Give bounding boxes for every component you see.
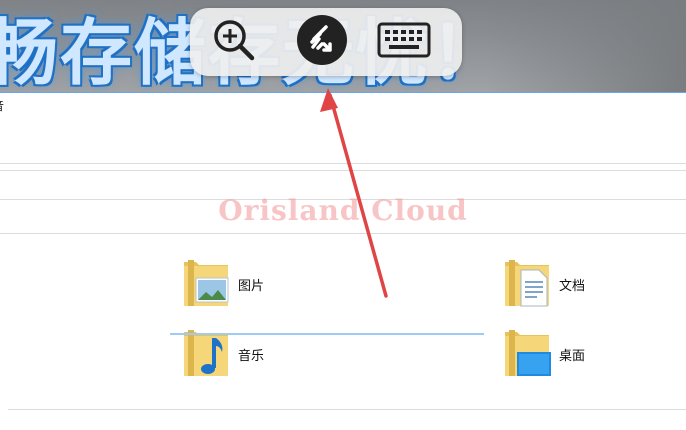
divider [0,163,686,164]
folder-label: 图片 [238,278,265,294]
folder-documents[interactable]: 文档 [503,258,585,310]
folder-label: 文档 [559,278,586,294]
keyboard-icon [376,18,432,66]
window-title: 音 [0,97,4,114]
desktop-folder-icon [503,328,551,380]
watermark: Orisland Cloud [218,194,468,227]
folder-desktop[interactable]: 桌面 [503,328,585,380]
remote-connect-button[interactable] [296,14,348,70]
music-folder-icon [182,328,230,380]
folder-label: 桌面 [559,348,586,364]
keyboard-button[interactable] [376,16,432,68]
divider [8,409,686,410]
zoom-in-button[interactable] [208,16,260,68]
divider [0,233,686,234]
divider [0,170,686,171]
folder-music[interactable]: 音乐 [182,328,264,380]
folder-label: 音乐 [238,348,265,364]
documents-folder-icon [503,258,551,310]
pictures-folder-icon [182,258,230,310]
remote-desktop-icon [296,14,348,70]
folder-pictures[interactable]: 图片 [182,258,264,310]
banner-shade [486,0,686,92]
zoom-in-icon [211,17,257,67]
selection-bar [170,333,484,335]
remote-toolbar [190,8,462,76]
